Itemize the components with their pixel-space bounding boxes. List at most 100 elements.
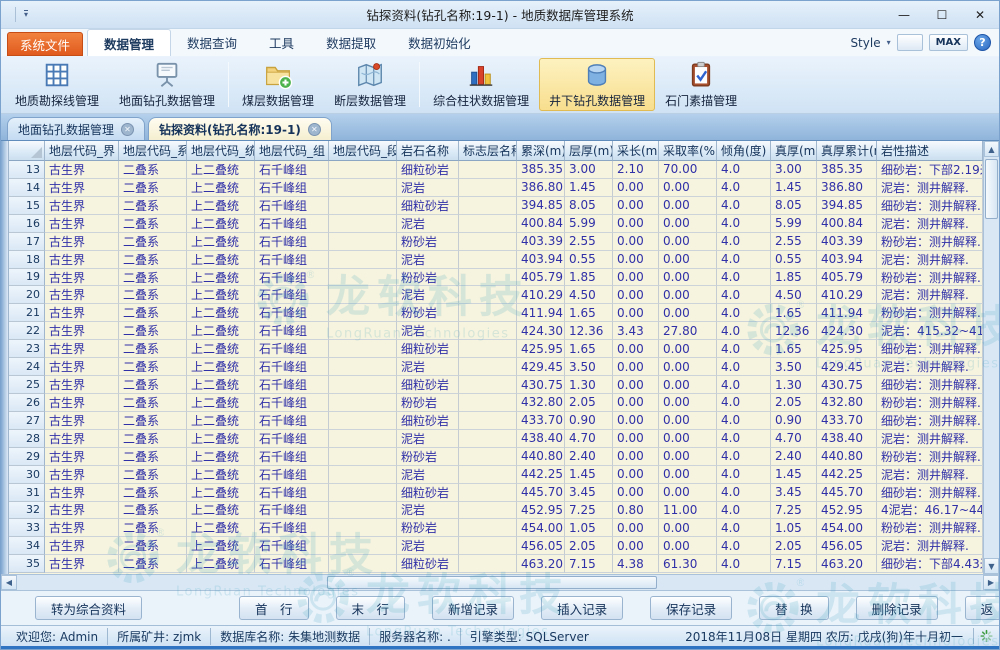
table-cell[interactable]: 细砂岩：测井解释.	[877, 376, 983, 394]
table-cell[interactable]: 0.00	[613, 340, 659, 358]
table-cell[interactable]: 粉砂岩：测井解释.	[877, 394, 983, 412]
ribbon-button-7[interactable]: 石门素描管理	[655, 58, 747, 111]
table-cell[interactable]: 70.00	[659, 161, 717, 179]
table-cell[interactable]: 古生界	[45, 502, 119, 520]
table-cell[interactable]: 二叠系	[119, 394, 187, 412]
table-cell[interactable]: 445.70	[517, 484, 565, 502]
table-cell[interactable]	[459, 161, 517, 179]
table-row[interactable]: 33古生界二叠系上二叠统石千峰组粉砂岩454.001.050.000.004.0…	[9, 519, 983, 537]
table-cell[interactable]: 二叠系	[119, 161, 187, 179]
table-cell[interactable]: 456.05	[517, 537, 565, 555]
table-row[interactable]: 26古生界二叠系上二叠统石千峰组粉砂岩432.802.050.000.004.0…	[9, 394, 983, 412]
table-cell[interactable]	[459, 394, 517, 412]
menu-tab-4[interactable]: 数据提取	[310, 29, 392, 56]
table-cell[interactable]: 石千峰组	[255, 197, 329, 215]
column-header[interactable]: 岩石名称	[397, 141, 459, 161]
table-cell[interactable]: 泥岩	[397, 179, 459, 197]
table-row[interactable]: 34古生界二叠系上二叠统石千峰组泥岩456.052.050.000.004.02…	[9, 537, 983, 555]
table-cell[interactable]: 2.55	[771, 233, 817, 251]
table-cell[interactable]: 0.00	[659, 448, 717, 466]
table-cell[interactable]: 411.94	[817, 304, 877, 322]
table-cell[interactable]: 泥岩	[397, 537, 459, 555]
table-cell[interactable]: 5.99	[565, 215, 613, 233]
table-cell[interactable]: 石千峰组	[255, 358, 329, 376]
table-cell[interactable]: 386.80	[817, 179, 877, 197]
table-cell[interactable]: 4.0	[717, 286, 771, 304]
table-cell[interactable]: 二叠系	[119, 304, 187, 322]
table-row[interactable]: 31古生界二叠系上二叠统石千峰组细粒砂岩445.703.450.000.004.…	[9, 484, 983, 502]
table-cell[interactable]: 0.90	[771, 412, 817, 430]
table-cell[interactable]: 403.94	[517, 251, 565, 269]
table-cell[interactable]: 1.65	[771, 340, 817, 358]
table-cell[interactable]: 8.05	[565, 197, 613, 215]
table-row[interactable]: 14古生界二叠系上二叠统石千峰组泥岩386.801.450.000.004.01…	[9, 179, 983, 197]
table-cell[interactable]: 4.70	[565, 430, 613, 448]
table-cell[interactable]: 石千峰组	[255, 340, 329, 358]
table-cell[interactable]: 石千峰组	[255, 233, 329, 251]
table-cell[interactable]: 二叠系	[119, 466, 187, 484]
table-cell[interactable]: 4.0	[717, 358, 771, 376]
table-cell[interactable]: 3.43	[613, 322, 659, 340]
column-header[interactable]: 标志层名称	[459, 141, 517, 161]
table-cell[interactable]: 1.45	[771, 466, 817, 484]
table-cell[interactable]: 古生界	[45, 519, 119, 537]
row-number-cell[interactable]: 20	[9, 286, 45, 304]
table-cell[interactable]: 上二叠统	[187, 358, 255, 376]
table-cell[interactable]: 二叠系	[119, 448, 187, 466]
horizontal-scroll-thumb[interactable]	[327, 576, 657, 589]
table-cell[interactable]: 463.20	[817, 555, 877, 573]
table-cell[interactable]: 石千峰组	[255, 376, 329, 394]
table-cell[interactable]: 上二叠统	[187, 519, 255, 537]
table-cell[interactable]: 古生界	[45, 286, 119, 304]
table-cell[interactable]	[329, 197, 397, 215]
table-cell[interactable]: 古生界	[45, 358, 119, 376]
table-cell[interactable]: 上二叠统	[187, 179, 255, 197]
table-cell[interactable]: 438.40	[517, 430, 565, 448]
vertical-scrollbar[interactable]: ▲ ▼	[983, 141, 999, 574]
table-cell[interactable]: 二叠系	[119, 197, 187, 215]
table-cell[interactable]: 5.99	[771, 215, 817, 233]
table-cell[interactable]: 石千峰组	[255, 161, 329, 179]
table-cell[interactable]: 4.0	[717, 412, 771, 430]
table-cell[interactable]: 4.50	[565, 286, 613, 304]
table-cell[interactable]: 0.00	[659, 537, 717, 555]
table-cell[interactable]: 403.94	[817, 251, 877, 269]
table-cell[interactable]: 古生界	[45, 340, 119, 358]
last-row-button[interactable]: 末 行	[336, 596, 406, 620]
table-cell[interactable]: 411.94	[517, 304, 565, 322]
minimize-button[interactable]: —	[885, 1, 923, 28]
table-cell[interactable]	[459, 519, 517, 537]
table-cell[interactable]: 433.70	[817, 412, 877, 430]
table-cell[interactable]: 石千峰组	[255, 251, 329, 269]
table-cell[interactable]: 385.35	[517, 161, 565, 179]
table-cell[interactable]: 394.85	[817, 197, 877, 215]
table-cell[interactable]: 石千峰组	[255, 484, 329, 502]
table-cell[interactable]: 二叠系	[119, 376, 187, 394]
close-tab-icon[interactable]: ✕	[121, 123, 134, 136]
table-cell[interactable]: 古生界	[45, 251, 119, 269]
table-cell[interactable]: 古生界	[45, 376, 119, 394]
table-cell[interactable]: 粉砂岩	[397, 448, 459, 466]
table-cell[interactable]: 8.05	[771, 197, 817, 215]
table-cell[interactable]: 3.00	[771, 161, 817, 179]
table-cell[interactable]	[329, 412, 397, 430]
table-cell[interactable]: 0.00	[613, 304, 659, 322]
style-label[interactable]: Style	[850, 36, 880, 50]
column-header[interactable]: 倾角(度)	[717, 141, 771, 161]
table-cell[interactable]: 泥岩	[397, 502, 459, 520]
table-cell[interactable]: 泥岩	[397, 358, 459, 376]
table-cell[interactable]	[329, 484, 397, 502]
table-cell[interactable]	[329, 215, 397, 233]
table-cell[interactable]: 粉砂岩	[397, 394, 459, 412]
table-cell[interactable]: 细粒砂岩	[397, 376, 459, 394]
table-cell[interactable]: 二叠系	[119, 484, 187, 502]
table-cell[interactable]: 4.0	[717, 304, 771, 322]
table-cell[interactable]: 0.00	[613, 358, 659, 376]
ribbon-button-6[interactable]: 井下钻孔数据管理	[539, 58, 655, 111]
table-row[interactable]: 20古生界二叠系上二叠统石千峰组泥岩410.294.500.000.004.04…	[9, 286, 983, 304]
table-cell[interactable]: 4.0	[717, 179, 771, 197]
table-cell[interactable]: 0.00	[659, 251, 717, 269]
table-cell[interactable]: 二叠系	[119, 179, 187, 197]
table-cell[interactable]: 粉砂岩	[397, 233, 459, 251]
table-cell[interactable]: 上二叠统	[187, 215, 255, 233]
